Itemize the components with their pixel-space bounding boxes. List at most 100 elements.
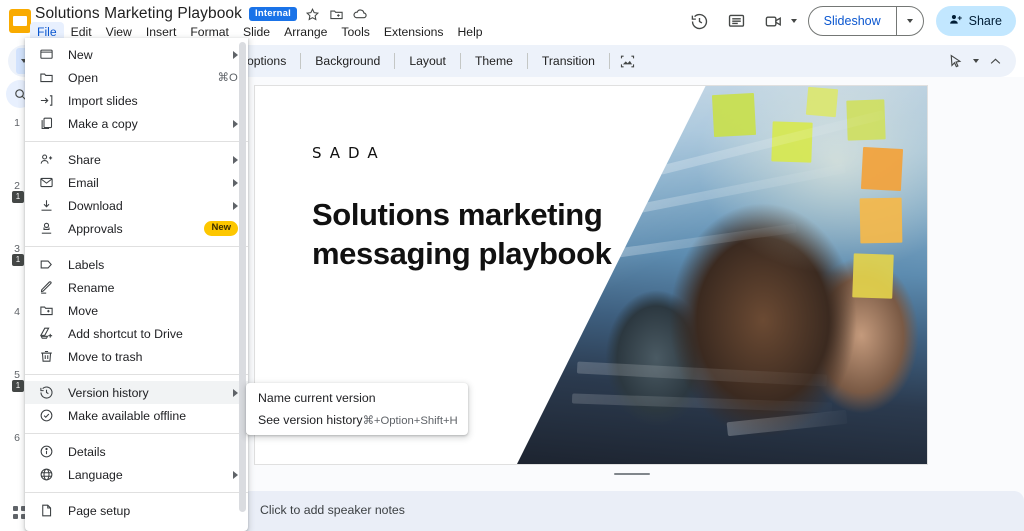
speaker-notes-placeholder: Click to add speaker notes: [260, 503, 405, 517]
menu-item-label: Language: [68, 468, 123, 482]
slide-number: 2: [0, 176, 20, 192]
notes-resize-handle[interactable]: [614, 473, 650, 475]
menu-item-label: Move: [68, 304, 98, 318]
status-badge: Internal: [249, 7, 297, 22]
menu-extensions[interactable]: Extensions: [377, 22, 451, 42]
menu-item-move-to-trash[interactable]: Move to trash: [25, 345, 248, 368]
submenu-arrow-icon: [233, 202, 238, 210]
slide-number: 3: [0, 239, 20, 255]
divider: [300, 53, 301, 69]
import-slides-icon: [37, 92, 55, 110]
menu-item-make-available-offline[interactable]: Make available offline: [25, 404, 248, 427]
slideshow-button[interactable]: Slideshow: [809, 7, 896, 35]
menu-item-label: Import slides: [68, 94, 138, 108]
speaker-notes-pane[interactable]: Click to add speaker notes: [240, 491, 1024, 531]
trash-icon: [37, 348, 55, 366]
divider: [460, 53, 461, 69]
comment-icon[interactable]: [720, 4, 754, 38]
toolbar-right-group: [942, 48, 1008, 74]
menu-arrange[interactable]: Arrange: [277, 22, 334, 42]
submenu-item-label: Name current version: [258, 391, 376, 405]
submenu-item-name-current-version[interactable]: Name current version: [246, 387, 468, 409]
menu-tools[interactable]: Tools: [334, 22, 376, 42]
copy-icon: [37, 115, 55, 133]
slideshow-options-button[interactable]: [897, 7, 923, 35]
menu-item-label: Rename: [68, 281, 114, 295]
top-right-actions: Slideshow Share: [683, 2, 1016, 40]
shortcut-label: ⌘O: [218, 71, 238, 84]
menu-item-rename[interactable]: Rename: [25, 276, 248, 299]
menu-item-version-history[interactable]: Version history: [25, 381, 248, 404]
page-setup-icon: [37, 502, 55, 520]
submenu-arrow-icon: [233, 120, 238, 128]
menu-item-share[interactable]: Share: [25, 148, 248, 171]
comment-count-badge: 1: [12, 191, 24, 203]
divider: [394, 53, 395, 69]
slide-brand-logo: SADA: [312, 144, 386, 162]
menu-item-labels[interactable]: Labels: [25, 253, 248, 276]
menu-item-label: Make a copy: [68, 117, 138, 131]
menu-item-details[interactable]: Details: [25, 440, 248, 463]
comment-count-badge: 1: [12, 254, 24, 266]
chevron-down-icon[interactable]: [791, 19, 797, 23]
menu-item-download[interactable]: Download: [25, 194, 248, 217]
shortcut-label: ⌘+Option+Shift+H: [363, 414, 458, 427]
menu-item-language[interactable]: Language: [25, 463, 248, 486]
version-history-submenu: Name current version See version history…: [246, 383, 468, 435]
slides-logo-icon[interactable]: [6, 7, 33, 35]
submenu-item-see-version-history[interactable]: See version history ⌘+Option+Shift+H: [246, 409, 468, 431]
meet-button[interactable]: [757, 4, 799, 38]
submenu-item-label: See version history: [258, 413, 363, 427]
slide-title[interactable]: Solutions marketing messaging playbook: [312, 196, 657, 274]
menu-item-move[interactable]: Move: [25, 299, 248, 322]
menu-item-make-a-copy[interactable]: Make a copy: [25, 112, 248, 135]
download-icon: [37, 197, 55, 215]
layout-button[interactable]: Layout: [400, 50, 455, 72]
menu-item-approvals[interactable]: Approvals New: [25, 217, 248, 240]
file-menu-dropdown: New Open ⌘O Import slides Make: [25, 38, 248, 531]
info-icon: [37, 443, 55, 461]
menu-scrollbar[interactable]: [239, 42, 246, 512]
select-cursor-icon[interactable]: [942, 48, 968, 74]
move-to-folder-icon[interactable]: [328, 6, 345, 23]
menu-help[interactable]: Help: [451, 22, 490, 42]
menu-item-page-setup[interactable]: Page setup: [25, 499, 248, 522]
menu-item-new[interactable]: New: [25, 43, 248, 66]
slides-editor-window: Solutions Marketing Playbook Internal Fi…: [0, 0, 1024, 531]
version-history-icon[interactable]: [683, 4, 717, 38]
menu-item-import-slides[interactable]: Import slides: [25, 89, 248, 112]
folder-open-icon: [37, 69, 55, 87]
language-icon: [37, 466, 55, 484]
transition-button[interactable]: Transition: [533, 50, 604, 72]
submenu-arrow-icon: [233, 156, 238, 164]
page-title[interactable]: Solutions Marketing Playbook: [35, 5, 242, 23]
menu-item-add-shortcut-to-drive[interactable]: Add shortcut to Drive: [25, 322, 248, 345]
collapse-toolbar-button[interactable]: [982, 48, 1008, 74]
menu-item-email[interactable]: Email: [25, 171, 248, 194]
slide-number: 1: [0, 113, 20, 129]
submenu-arrow-icon: [233, 389, 238, 397]
cloud-saved-icon[interactable]: [352, 6, 369, 23]
menu-item-label: Page setup: [68, 504, 130, 518]
mask-image-icon[interactable]: [615, 48, 641, 74]
approvals-icon: [37, 220, 55, 238]
menu-item-open[interactable]: Open ⌘O: [25, 66, 248, 89]
divider: [25, 246, 248, 247]
menu-item-label: Move to trash: [68, 350, 143, 364]
slide-number: 4: [0, 302, 20, 318]
menu-item-label: Add shortcut to Drive: [68, 327, 183, 341]
star-icon[interactable]: [304, 6, 321, 23]
cursor-options-caret[interactable]: [968, 48, 982, 74]
menu-item-label: Share: [68, 153, 101, 167]
submenu-arrow-icon: [233, 51, 238, 59]
background-button[interactable]: Background: [306, 50, 389, 72]
menu-item-label: Make available offline: [68, 409, 186, 423]
menu-item-label: Labels: [68, 258, 104, 272]
share-button[interactable]: Share: [936, 6, 1016, 36]
theme-button[interactable]: Theme: [466, 50, 522, 72]
video-camera-icon[interactable]: [757, 4, 791, 38]
menu-item-label: Email: [68, 176, 99, 190]
slideshow-control: Slideshow: [808, 6, 924, 36]
team-collaboration-photo[interactable]: [517, 86, 927, 464]
new-icon: [37, 46, 55, 64]
